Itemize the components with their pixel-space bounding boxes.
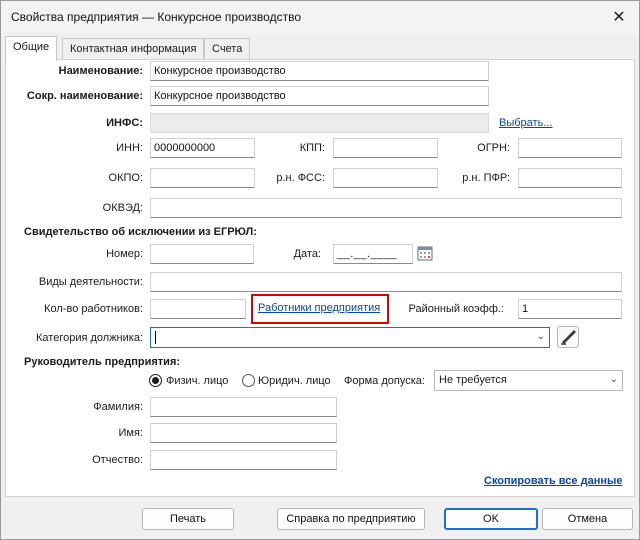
okpo-label: ОКПО: — [108, 172, 143, 184]
debtor-category-label: Категория должника: — [36, 332, 143, 344]
close-icon[interactable]: ✕ — [599, 1, 639, 33]
inn-label: ИНН: — [116, 142, 143, 154]
district-coef-field[interactable]: 1 — [518, 299, 622, 319]
activity-label: Виды деятельности: — [38, 276, 143, 288]
title-bar: Свойства предприятия — Конкурсное произв… — [1, 1, 639, 33]
tab-general[interactable]: Общие — [5, 36, 58, 61]
workers-count-field[interactable] — [150, 299, 246, 319]
okved-label: ОКВЭД: — [102, 202, 143, 214]
short-name-label: Сокр. наименование: — [26, 90, 143, 102]
inn-field[interactable]: 0000000000 — [150, 138, 255, 158]
kpp-label: КПП: — [299, 142, 325, 154]
first-name-label: Имя: — [118, 427, 143, 439]
text-caret — [155, 331, 156, 344]
chevron-down-icon: ⌄ — [609, 374, 618, 385]
radio-legal-label: Юридич. лицо — [258, 375, 331, 387]
pfr-label: р.н. ПФР: — [462, 172, 510, 184]
print-button[interactable]: Печать — [142, 508, 234, 530]
fss-label: р.н. ФСС: — [276, 172, 325, 184]
access-form-label: Форма допуска: — [344, 375, 425, 387]
number-field[interactable] — [150, 244, 254, 264]
short-name-field[interactable]: Конкурсное производство — [150, 86, 489, 106]
ogrn-field[interactable] — [518, 138, 622, 158]
access-form-select[interactable]: Не требуется ⌄ — [434, 370, 623, 391]
okpo-field[interactable] — [150, 168, 255, 188]
number-label: Номер: — [106, 248, 143, 260]
select-infs-link[interactable]: Выбрать... — [499, 117, 552, 129]
eraser-icon — [561, 330, 576, 345]
calendar-icon[interactable] — [417, 245, 433, 261]
tab-contact-info[interactable]: Контактная информация — [62, 38, 205, 60]
egrul-section-title: Свидетельство об исключении из ЕГРЮЛ: — [24, 226, 257, 238]
radio-physical-person[interactable] — [149, 374, 162, 387]
ok-button[interactable]: OK — [444, 508, 538, 530]
first-name-field[interactable] — [150, 423, 337, 443]
workers-link[interactable]: Работники предприятия — [258, 302, 380, 314]
workers-count-label: Кол-во работников: — [44, 303, 143, 315]
radio-physical-label: Физич. лицо — [166, 375, 229, 387]
window-title: Свойства предприятия — Конкурсное произв… — [11, 10, 301, 24]
copy-all-link[interactable]: Скопировать все данные — [484, 475, 623, 487]
edit-category-button[interactable] — [557, 326, 579, 348]
okved-field[interactable] — [150, 198, 622, 218]
head-section-title: Руководитель предприятия: — [24, 356, 181, 368]
name-field[interactable]: Конкурсное производство — [150, 61, 489, 81]
infs-label: ИНФС: — [106, 117, 143, 129]
surname-label: Фамилия: — [93, 401, 143, 413]
name-label: Наименование: — [58, 65, 143, 77]
surname-field[interactable] — [150, 397, 337, 417]
ogrn-label: ОГРН: — [477, 142, 510, 154]
date-label: Дата: — [293, 248, 321, 260]
properties-dialog: Свойства предприятия — Конкурсное произв… — [0, 0, 640, 540]
infs-field — [150, 113, 489, 133]
activity-field[interactable] — [150, 272, 622, 292]
kpp-field[interactable] — [333, 138, 438, 158]
access-form-value: Не требуется — [439, 374, 507, 386]
patronymic-field[interactable] — [150, 450, 337, 470]
fss-field[interactable] — [333, 168, 438, 188]
cancel-button[interactable]: Отмена — [542, 508, 633, 530]
pfr-field[interactable] — [518, 168, 622, 188]
debtor-category-select[interactable]: ⌄ — [150, 327, 550, 348]
district-coef-label: Районный коэфф.: — [408, 303, 505, 315]
reference-button[interactable]: Справка по предприятию — [277, 508, 425, 530]
date-field[interactable]: __.__.____ — [333, 244, 413, 264]
patronymic-label: Отчество: — [92, 454, 143, 466]
tab-accounts[interactable]: Счета — [204, 38, 251, 60]
chevron-down-icon: ⌄ — [536, 331, 545, 342]
radio-legal-entity[interactable] — [242, 374, 255, 387]
